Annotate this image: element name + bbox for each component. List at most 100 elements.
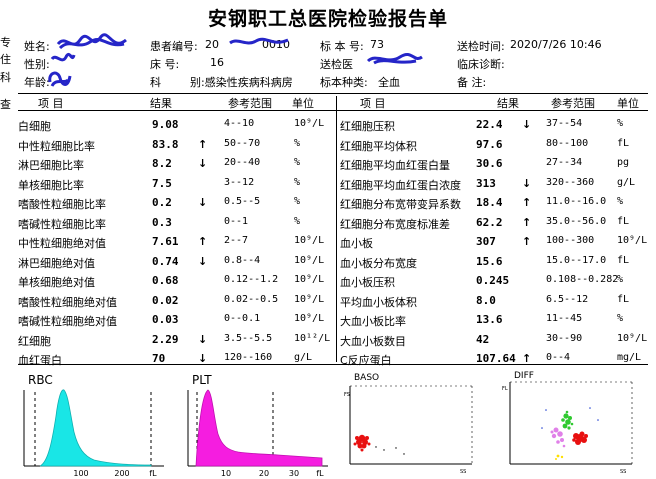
table-row: 淋巴细胞比率 8.2 ↓ 20--40% — [18, 154, 336, 174]
test-name: 血小板分布宽度 — [340, 256, 417, 270]
test-name: 中性粒细胞绝对值 — [18, 237, 106, 250]
diagnosis-label: 临床诊断: — [457, 58, 505, 71]
test-name: 红细胞平均血红蛋白量 — [340, 159, 450, 172]
rbc-label: RBC — [28, 373, 53, 387]
table-row: 嗜碱性粒细胞绝对值 0.03 0--0.1 10⁹/L — [18, 310, 336, 330]
test-name: 血小板压积 — [340, 276, 395, 289]
diff-y-label: FL — [502, 386, 508, 392]
test-name: 大血小板数目 — [340, 334, 406, 348]
result-value: 0.2 — [152, 196, 172, 209]
unit: 10⁹/L — [294, 235, 325, 246]
test-name: 单核细胞绝对值 — [18, 276, 95, 289]
reference-range: 2--7 — [224, 235, 249, 246]
left-edge-char: 查 — [0, 98, 11, 111]
reference-range: 15.0--17.0 — [546, 254, 607, 266]
result-value: 0.03 — [152, 313, 179, 326]
table-row: 红细胞平均血红蛋白浓度 313 ↓ 320--360 g/L — [340, 174, 652, 194]
reference-range: 0.108--0.282 — [546, 274, 619, 285]
result-value: 7.61 — [152, 235, 179, 248]
specimen-no-value: 73 — [370, 38, 384, 51]
unit: fL — [617, 254, 630, 266]
test-name: 淋巴细胞比率 — [18, 159, 84, 172]
plt-tick: 30 — [289, 469, 299, 478]
table-row: 大血小板数目 42 30--90 10⁹/L — [340, 330, 652, 350]
table-row: 嗜酸性粒细胞绝对值 0.02 0.02--0.5 10⁹/L — [18, 291, 336, 311]
rbc-histogram: RBC 100 200 fL — [23, 373, 164, 478]
col-header-item: 项 目 — [38, 97, 64, 110]
reference-range: 0.02--0.5 — [224, 293, 279, 305]
result-value: 9.08 — [152, 118, 179, 131]
dept-prefix: 科 — [150, 76, 161, 89]
reference-range: 0--1 — [224, 215, 249, 227]
abnormal-flag: ↓ — [198, 196, 208, 209]
unit: % — [294, 196, 301, 207]
reference-range: 11--45 — [546, 313, 583, 324]
name-label: 姓名: — [24, 40, 50, 53]
reference-range: 3.5--5.5 — [224, 332, 273, 344]
table-column-divider — [336, 96, 337, 362]
result-value: 13.6 — [476, 313, 503, 326]
baso-scattergram: BASO FS SS — [344, 373, 473, 475]
send-time-label: 送检时间: — [457, 40, 505, 53]
remark-label: 备 注: — [457, 76, 487, 89]
test-name: 白细胞 — [18, 120, 51, 133]
plt-histogram: PLT 10 20 30 fL — [187, 373, 328, 478]
table-row: 血红蛋白 70 ↓ 120--160 g/L — [18, 349, 336, 369]
rbc-tick: 100 — [73, 469, 88, 478]
reference-range: 120--160 — [224, 352, 273, 363]
reference-range: 0--0.1 — [224, 313, 261, 324]
test-name: 红细胞平均血红蛋白浓度 — [340, 178, 461, 192]
reference-range: 0.8--4 — [224, 254, 261, 266]
test-name: 红细胞分布宽度标准差 — [340, 217, 450, 231]
result-value: 0.245 — [476, 274, 510, 287]
abnormal-flag: ↓ — [198, 332, 208, 346]
result-value: 83.8 — [152, 137, 179, 151]
reference-range: 27--34 — [546, 157, 583, 168]
left-edge-char: 专 — [0, 36, 11, 49]
table-row: 血小板 307 ↑ 100--300 10⁹/L — [340, 232, 652, 252]
rbc-tick: 200 — [114, 469, 129, 478]
unit: % — [294, 157, 301, 168]
table-row: 红细胞分布宽度标准差 62.2 ↑ 35.0--56.0 fL — [340, 213, 652, 233]
test-name: C反应蛋白 — [340, 354, 392, 367]
reference-range: 30--90 — [546, 332, 583, 344]
unit: 10⁹/L — [294, 274, 325, 285]
result-value: 97.6 — [476, 137, 503, 151]
plt-curve — [195, 389, 323, 467]
unit: 10¹²/L — [294, 332, 331, 344]
patient-no-value: 20 — [205, 38, 219, 51]
col-header-item: 项 目 — [360, 97, 386, 110]
reference-range: 0.12--1.2 — [224, 274, 279, 285]
unit: % — [617, 274, 624, 285]
reference-range: 80--100 — [546, 137, 589, 149]
redaction-scribble — [48, 71, 72, 87]
left-edge-char: 住 — [0, 53, 11, 66]
test-name: 红细胞压积 — [340, 120, 395, 133]
table-row: 中性粒细胞绝对值 7.61 ↑ 2--7 10⁹/L — [18, 232, 336, 252]
plt-tick: fL — [316, 469, 324, 478]
test-name: 红细胞 — [18, 334, 51, 348]
table-row: 红细胞分布宽带变异系数 18.4 ↑ 11.0--16.0% — [340, 193, 652, 213]
result-value: 15.6 — [476, 254, 503, 268]
table-row: 大血小板比率 13.6 11--45% — [340, 310, 652, 330]
send-doctor-label: 送检医 — [320, 58, 353, 71]
abnormal-flag: ↓ — [198, 157, 208, 170]
result-value: 0.74 — [152, 254, 179, 268]
abnormal-flag: ↑ — [522, 235, 532, 248]
table-row: 红细胞平均体积 97.6 80--100 fL — [340, 135, 652, 155]
reference-range: 4--10 — [224, 118, 255, 129]
reference-range: 3--12 — [224, 176, 255, 188]
result-value: 30.6 — [476, 157, 503, 170]
plt-label: PLT — [192, 373, 212, 387]
table-row: 红细胞 2.29 ↓ 3.5--5.5 10¹²/L — [18, 330, 336, 350]
unit: % — [617, 118, 624, 129]
redaction-scribble — [366, 52, 423, 65]
reference-range: 100--300 — [546, 235, 595, 246]
abnormal-flag: ↓ — [198, 352, 208, 365]
table-row: 红细胞压积 22.4 ↓ 37--54% — [340, 115, 652, 135]
abnormal-flag: ↓ — [522, 118, 532, 131]
result-value: 0.3 — [152, 215, 172, 229]
unit: fL — [617, 137, 630, 149]
specimen-type-label: 标本种类: — [320, 76, 368, 89]
baso-y-label: FS — [344, 392, 350, 398]
